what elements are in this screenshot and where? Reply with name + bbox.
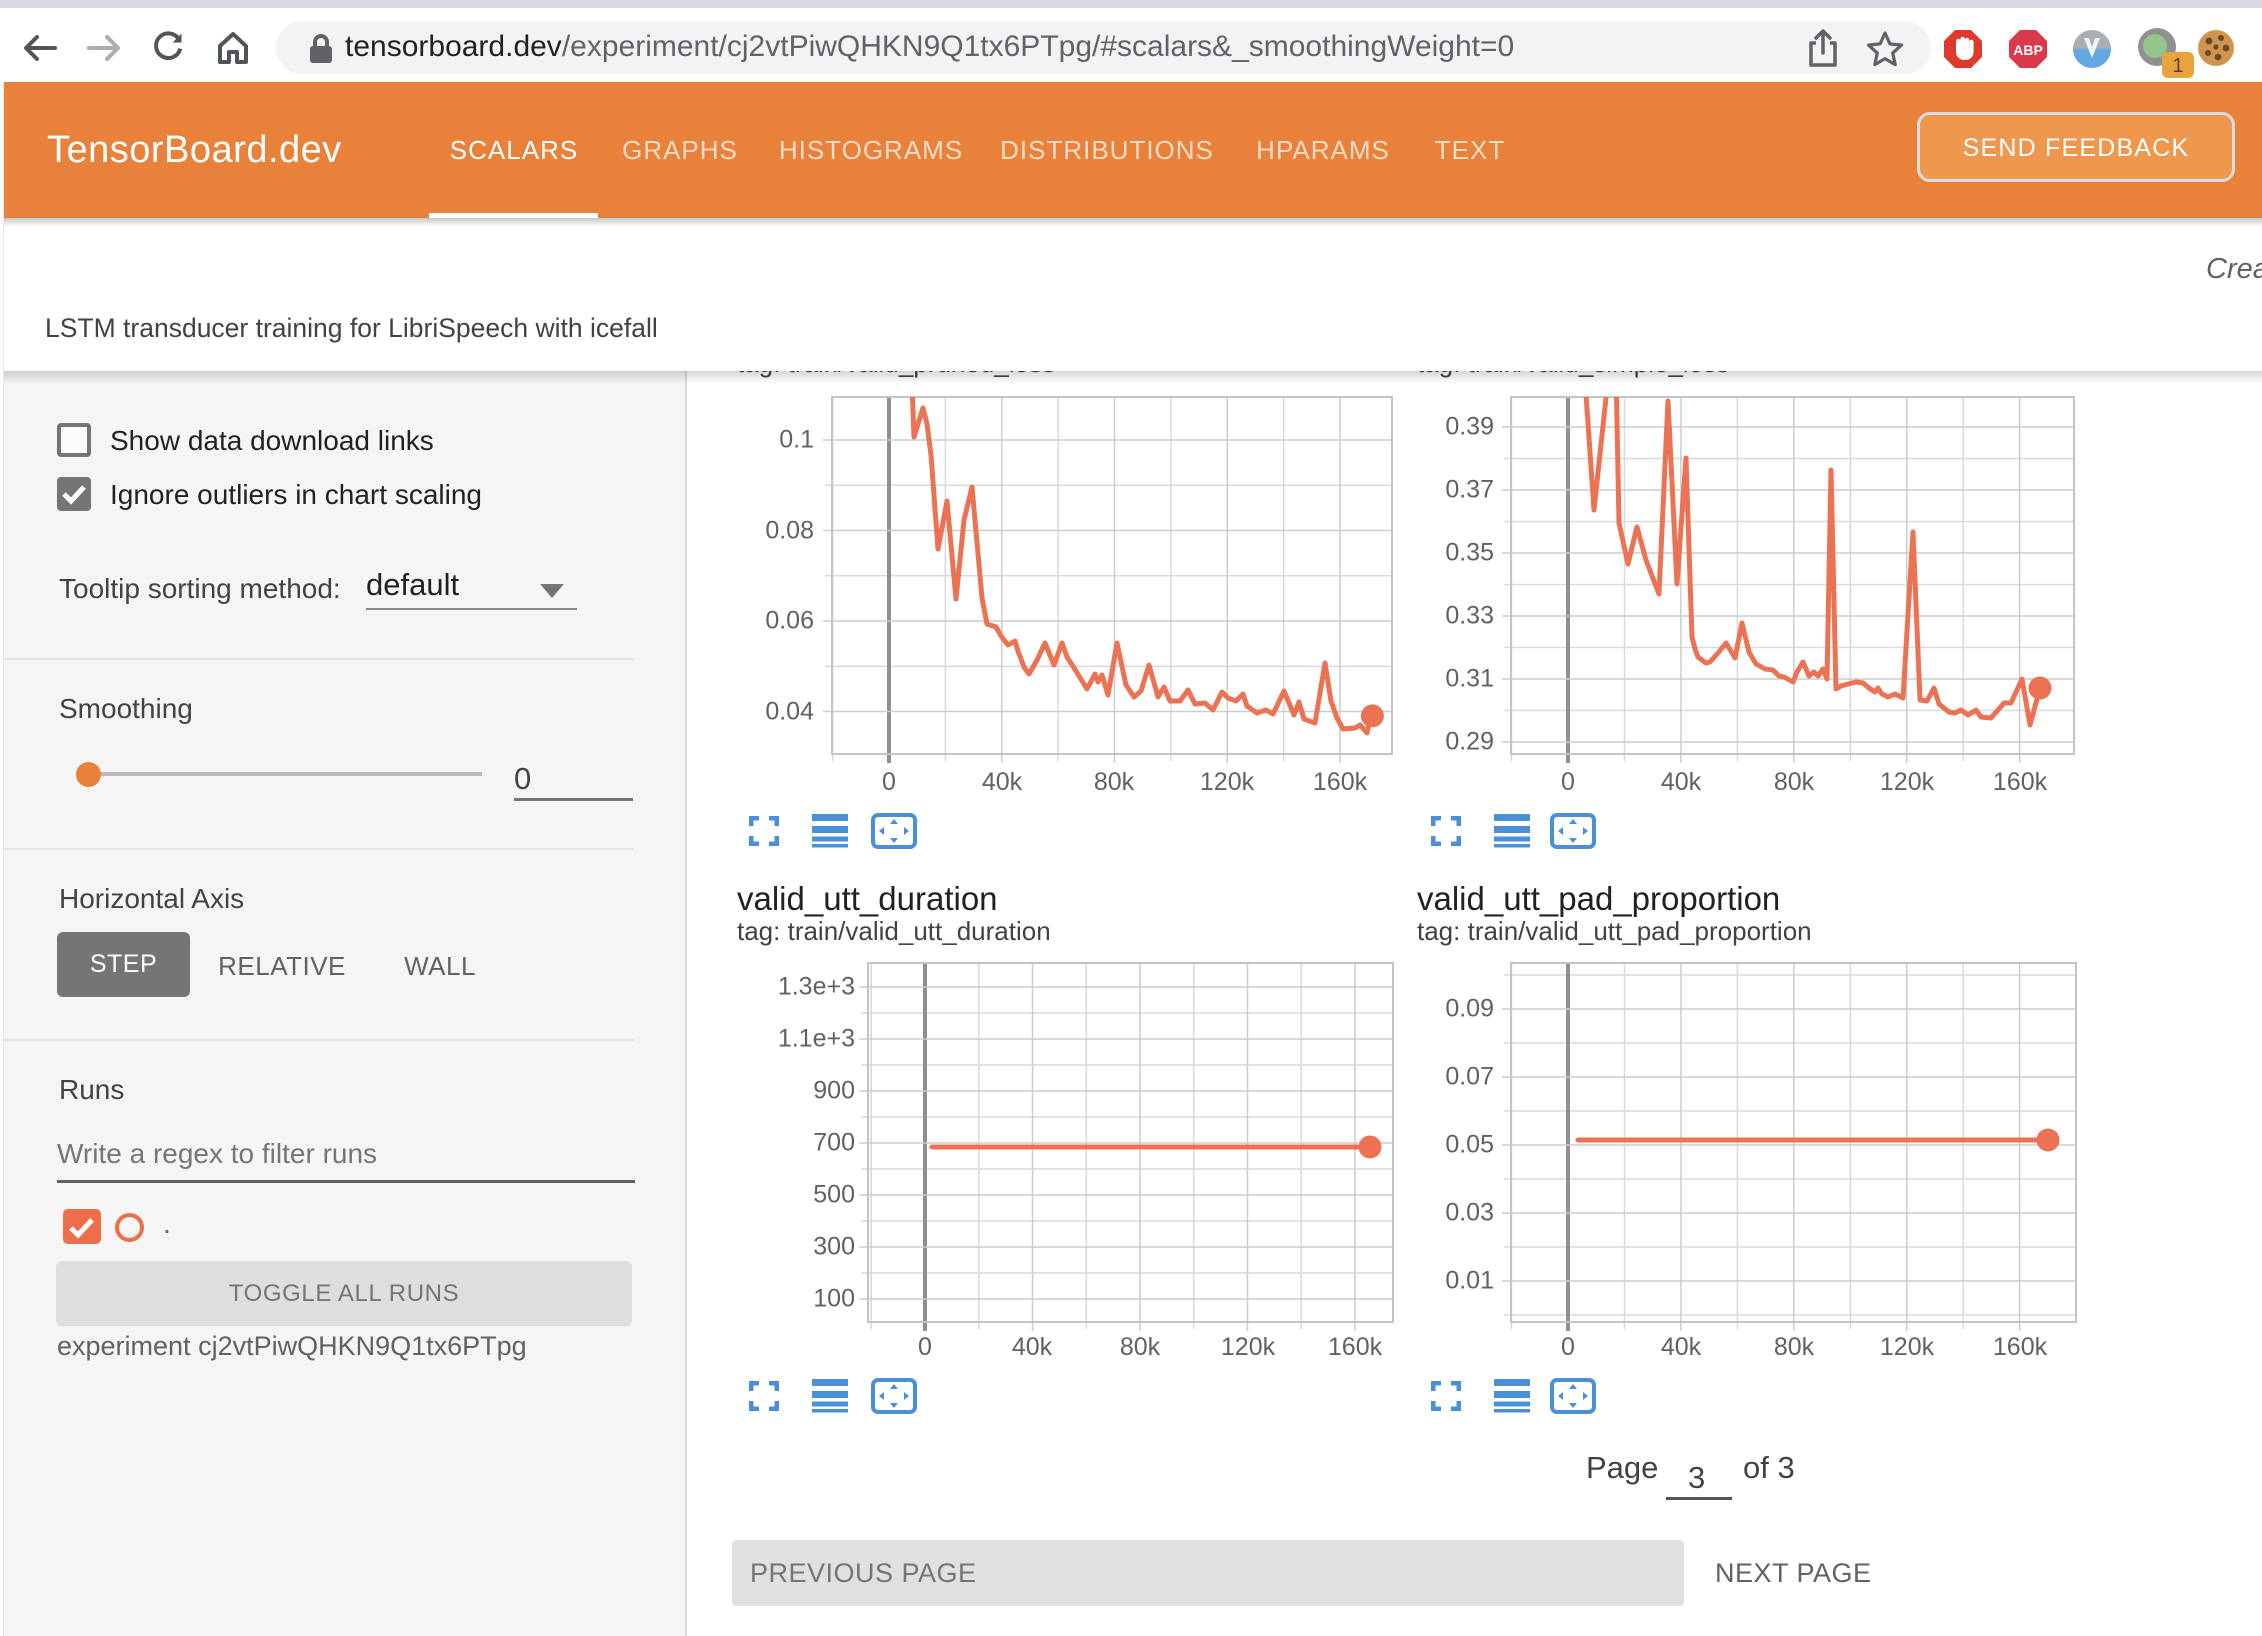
svg-text:ABP: ABP: [2013, 42, 2043, 58]
svg-text:1: 1: [2172, 55, 2183, 77]
